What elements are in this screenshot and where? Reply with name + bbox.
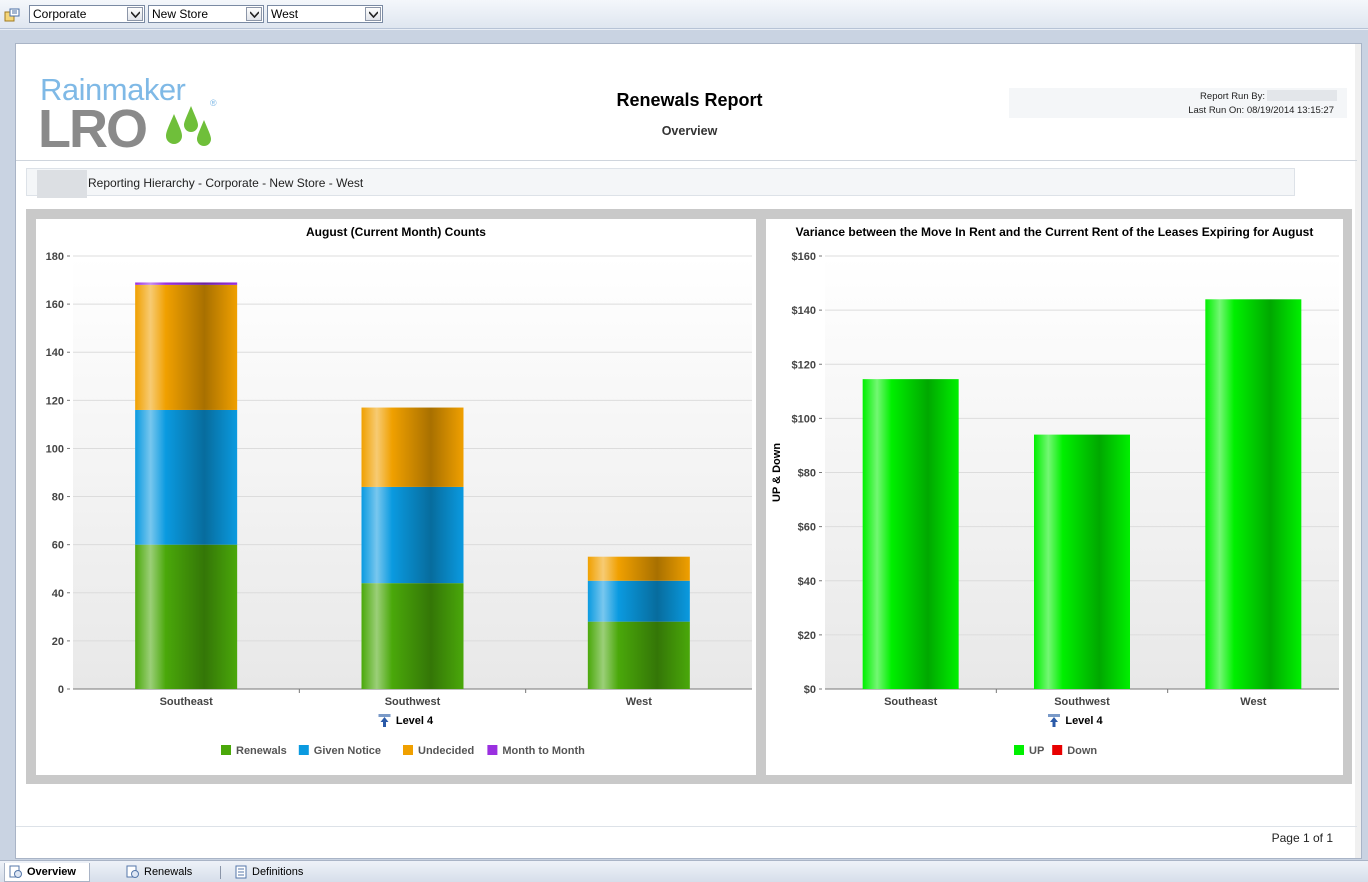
report-page: Rainmaker LRO ® Renewals Report Overview… [15, 43, 1362, 859]
level-1-dropdown[interactable]: Corporate [29, 5, 145, 23]
y-axis-label: UP & Down [771, 443, 783, 502]
bar-segment [135, 284, 238, 410]
header-divider [16, 160, 1357, 161]
tab-overview[interactable]: Overview [4, 863, 90, 882]
company-logo: Rainmaker LRO ® [38, 72, 217, 159]
variance-chart: Variance between the Move In Rent and th… [771, 225, 1339, 757]
y-tick-label: 100 [46, 443, 64, 455]
page-number: Page 1 of 1 [1271, 831, 1333, 845]
y-tick-label: 40 [52, 588, 64, 600]
legend-swatch [487, 745, 498, 755]
y-tick-label: $60 [798, 522, 816, 534]
breadcrumb-text: Reporting Hierarchy - Corporate - New St… [88, 176, 364, 190]
counts-chart-panel: August (Current Month) Counts 0 20 40 60 80 10… [36, 219, 756, 775]
chart-title: Variance between the Move In Rent and th… [796, 225, 1314, 239]
tab-label: Renewals [144, 866, 193, 878]
bar-segment [361, 407, 464, 487]
legend-label: Given Notice [314, 745, 381, 757]
report-run-info: Report Run By: Last Run On: 08/19/2014 1… [1009, 88, 1347, 118]
x-tick-label: Southwest [1054, 696, 1110, 708]
variance-chart-panel: Variance between the Move In Rent and th… [766, 219, 1343, 775]
bar-segment [135, 544, 238, 689]
y-tick-label: 20 [52, 636, 64, 648]
legend-swatch [403, 745, 413, 755]
last-run-on: Last Run On: 08/19/2014 13:15:27 [1188, 105, 1334, 116]
bar-segment [587, 580, 690, 622]
legend-swatch [1052, 745, 1063, 755]
bar-segment [135, 409, 238, 545]
y-tick-label: 140 [46, 347, 64, 359]
counts-chart: August (Current Month) Counts 0 20 40 60 80 10… [46, 225, 752, 757]
redacted-user [1267, 90, 1337, 101]
vertical-scrollbar[interactable] [1355, 44, 1361, 858]
legend-swatch [298, 745, 309, 755]
x-tick-label: Southeast [884, 696, 938, 708]
y-tick-label: 0 [58, 684, 64, 696]
bar-segment [135, 282, 238, 285]
tab-label: Definitions [252, 866, 304, 878]
y-tick-label: $20 [798, 630, 816, 642]
y-tick-label: $120 [792, 359, 816, 371]
bar-segment [361, 486, 464, 584]
y-tick-label: 120 [46, 395, 64, 407]
document-icon [235, 865, 247, 879]
x-tick-label: Southeast [160, 696, 214, 708]
report-parameters-icon[interactable] [4, 7, 20, 23]
y-tick-label: $0 [804, 684, 816, 696]
chevron-down-icon[interactable] [246, 7, 262, 21]
parameter-toolbar: Corporate New Store West [0, 0, 1368, 29]
breadcrumb: Reporting Hierarchy - Corporate - New St… [26, 168, 1295, 198]
footer-divider [16, 826, 1357, 827]
y-tick-label: $80 [798, 468, 816, 480]
drill-up-icon [1048, 714, 1060, 727]
bar-segment [361, 583, 464, 689]
x-axis-label: Level 4 [396, 715, 434, 727]
legend-label: UP [1029, 745, 1044, 757]
legend-label: Down [1067, 745, 1097, 757]
legend-label: Renewals [236, 745, 287, 757]
drill-up-icon [378, 714, 391, 727]
y-tick-label: 80 [52, 492, 64, 504]
redacted-company [37, 170, 87, 198]
x-axis-label: Level 4 [1065, 715, 1103, 727]
bar-segment [587, 621, 690, 689]
x-tick-label: West [1240, 696, 1266, 708]
report-run-by: Report Run By: [1200, 91, 1265, 102]
level-3-value: West [271, 7, 299, 21]
level-2-value: New Store [152, 7, 209, 21]
chart-title: August (Current Month) Counts [306, 225, 486, 239]
level-3-dropdown[interactable]: West [267, 5, 383, 23]
report-tab-bar: Overview Renewals Definitions [0, 860, 1368, 882]
y-tick-label: $140 [792, 305, 816, 317]
legend-swatch [1014, 745, 1024, 755]
chevron-down-icon[interactable] [365, 7, 381, 21]
x-tick-label: Southwest [385, 696, 441, 708]
report-viewer: Rainmaker LRO ® Renewals Report Overview… [0, 30, 1368, 860]
y-tick-label: 160 [46, 299, 64, 311]
y-tick-label: $100 [792, 413, 816, 425]
x-tick-label: West [626, 696, 652, 708]
charts-area: August (Current Month) Counts 0 20 40 60 80 10… [26, 209, 1352, 784]
chevron-down-icon[interactable] [127, 7, 143, 21]
tab-divider [220, 866, 221, 879]
legend-label: Undecided [418, 745, 474, 757]
legend-label: Month to Month [502, 745, 585, 757]
bar-segment [1205, 299, 1302, 689]
y-tick-label: 180 [46, 251, 64, 263]
level-1-value: Corporate [33, 7, 87, 21]
report-icon [126, 865, 139, 878]
legend-swatch [221, 745, 231, 755]
y-tick-label: $160 [792, 251, 816, 263]
level-2-dropdown[interactable]: New Store [148, 5, 264, 23]
y-tick-label: $40 [798, 576, 816, 588]
report-subtitle: Overview [661, 124, 718, 138]
tab-definitions[interactable]: Definitions [230, 863, 330, 882]
tab-renewals[interactable]: Renewals [122, 863, 212, 882]
bar-segment [587, 556, 690, 581]
bar-segment [862, 379, 959, 689]
bar-segment [1034, 434, 1130, 689]
report-icon [9, 865, 22, 878]
tab-label: Overview [27, 866, 76, 878]
y-tick-label: 60 [52, 540, 64, 552]
